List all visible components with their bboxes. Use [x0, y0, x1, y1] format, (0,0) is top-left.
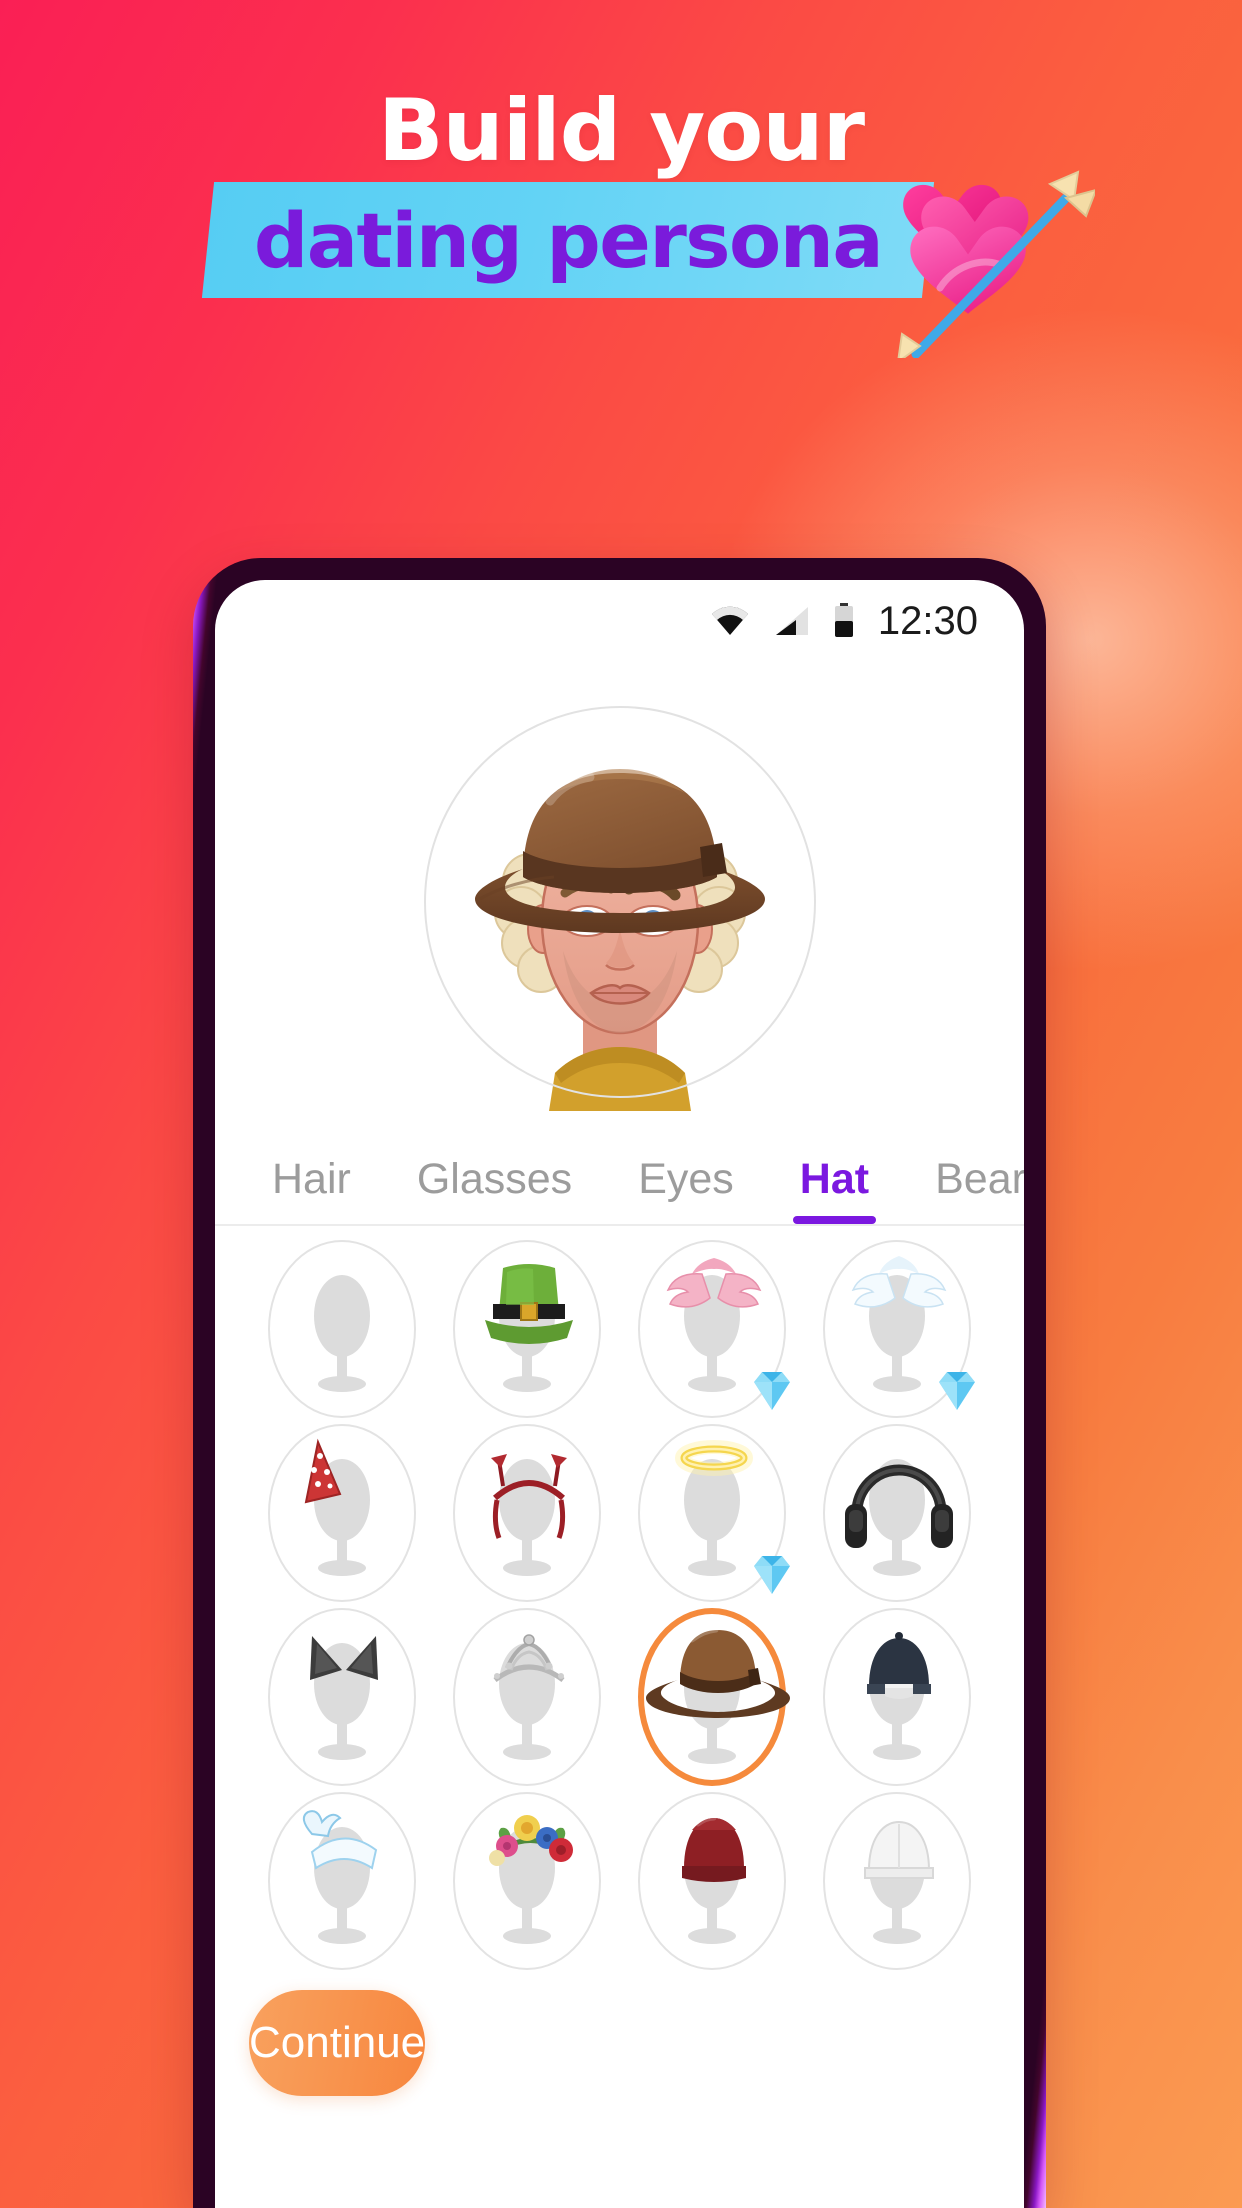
- hat-option-party-hat[interactable]: [249, 1424, 434, 1602]
- red-beanie-icon: [682, 1815, 747, 1882]
- phone-mockup: 12:30 Hair Glasses Eyes Hat Bea Continue: [193, 558, 1046, 2208]
- backwards-cap-icon: [867, 1632, 932, 1699]
- option-ring: [267, 1424, 416, 1602]
- option-ring: [638, 1424, 791, 1602]
- party-hat-icon: [304, 1438, 342, 1504]
- headphones-icon: [845, 1464, 954, 1548]
- hat-option-backwards-cap[interactable]: [805, 1608, 990, 1786]
- option-ring: [452, 1608, 601, 1786]
- hat-option-none[interactable]: [249, 1240, 434, 1418]
- promo-header: Build your dating persona: [0, 0, 1242, 420]
- options-grid: [215, 1226, 1024, 1970]
- hat-option-cat-ears[interactable]: [249, 1608, 434, 1786]
- hat-option-blue-bandana[interactable]: [249, 1792, 434, 1970]
- wifi-icon: [710, 605, 750, 637]
- continue-button[interactable]: Continue: [249, 1990, 426, 2096]
- option-ring: [638, 1240, 791, 1418]
- hat-options-grid[interactable]: Continue: [215, 1226, 1024, 2126]
- category-tabs[interactable]: Hair Glasses Eyes Hat Beard: [215, 1130, 1024, 1226]
- status-bar-time: 12:30: [877, 598, 978, 643]
- option-ring: [823, 1240, 976, 1418]
- devil-horns-icon: [490, 1454, 567, 1539]
- diamond-icon: [939, 1372, 976, 1410]
- hat-option-tiara[interactable]: [434, 1608, 619, 1786]
- tab-glasses[interactable]: Glasses: [384, 1155, 605, 1224]
- hat-option-red-beanie[interactable]: [620, 1792, 805, 1970]
- hat-option-flower-crown[interactable]: [434, 1792, 619, 1970]
- option-ring-selected: [638, 1608, 791, 1786]
- hat-option-white-cap[interactable]: [805, 1792, 990, 1970]
- hat-option-devil-horns[interactable]: [434, 1424, 619, 1602]
- tab-hat[interactable]: Hat: [767, 1155, 902, 1224]
- leprechaun-hat-icon: [484, 1264, 573, 1344]
- option-ring: [638, 1792, 787, 1970]
- status-bar: 12:30: [215, 580, 1024, 662]
- flower-crown-icon: [488, 1815, 573, 1866]
- option-ring: [267, 1792, 416, 1970]
- avatar-preview: [215, 662, 1024, 1130]
- blue-bow-bandana-icon: [302, 1810, 377, 1870]
- avatar-ring: [423, 706, 816, 1098]
- white-cap-icon: [864, 1820, 935, 1879]
- footer: Continue: [215, 1990, 1024, 2126]
- hat-option-pink-wings[interactable]: [620, 1240, 805, 1418]
- cat-ears-icon: [309, 1636, 378, 1680]
- hat-option-leprechaun-hat[interactable]: [434, 1240, 619, 1418]
- bust-silhouette-icon: [313, 1275, 370, 1392]
- cellular-signal-icon: [772, 605, 810, 637]
- battery-icon: [832, 603, 856, 639]
- hat-option-halo[interactable]: [620, 1424, 805, 1602]
- hearts-with-arrow-icon: [880, 168, 1098, 365]
- hat-option-headphones[interactable]: [805, 1424, 990, 1602]
- option-ring: [452, 1240, 601, 1418]
- option-ring: [823, 1792, 972, 1970]
- option-ring: [452, 1424, 601, 1602]
- banner-label: dating persona: [253, 195, 884, 285]
- brown-fedora-icon: [646, 1627, 791, 1718]
- page-title: Build your: [377, 81, 865, 181]
- tab-eyes[interactable]: Eyes: [605, 1155, 767, 1224]
- tiara-icon: [493, 1634, 565, 1683]
- option-ring: [823, 1424, 972, 1602]
- hat-option-white-wings[interactable]: [805, 1240, 990, 1418]
- option-ring: [823, 1608, 972, 1786]
- option-ring: [267, 1240, 416, 1418]
- diamond-icon: [754, 1372, 791, 1410]
- option-ring: [452, 1792, 601, 1970]
- option-ring: [267, 1608, 416, 1786]
- diamond-icon: [754, 1556, 791, 1594]
- hat-option-fedora[interactable]: [620, 1608, 805, 1786]
- phone-screen: 12:30 Hair Glasses Eyes Hat Bea Continue: [215, 580, 1024, 2208]
- tab-beard[interactable]: Beard: [902, 1155, 1024, 1224]
- tab-hair[interactable]: Hair: [239, 1155, 384, 1224]
